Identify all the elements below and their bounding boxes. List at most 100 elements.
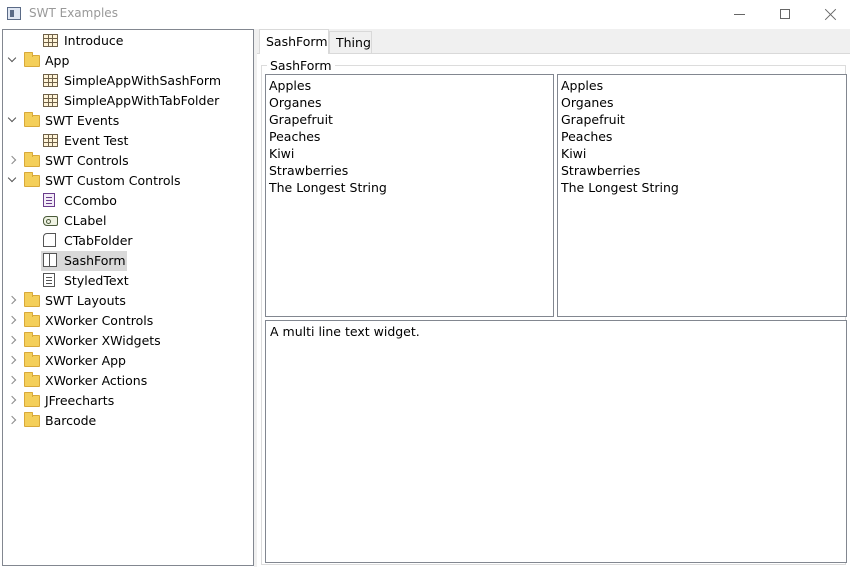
- tree-item[interactable]: SashForm: [3, 251, 253, 271]
- tree-item[interactable]: SWT Layouts: [3, 291, 253, 311]
- list-item[interactable]: Organes: [561, 94, 843, 111]
- tree-item-label: Event Test: [64, 133, 129, 148]
- tree-item[interactable]: Event Test: [3, 131, 253, 151]
- tree-item-label: SimpleAppWithTabFolder: [64, 93, 220, 108]
- chevron-right-icon[interactable]: [7, 355, 17, 365]
- tree-item-label: SWT Events: [45, 113, 120, 128]
- folder-icon: [24, 352, 40, 367]
- list-item[interactable]: Kiwi: [561, 145, 843, 162]
- tree-item[interactable]: Barcode: [3, 411, 253, 431]
- list-item[interactable]: The Longest String: [561, 179, 843, 196]
- minimize-button[interactable]: [716, 0, 762, 28]
- example-panel: SashForm Thing SashForm Apples Organes Gra…: [257, 29, 850, 567]
- table-icon: [43, 134, 58, 147]
- folder-icon: [24, 392, 40, 407]
- list-item[interactable]: Peaches: [269, 128, 550, 145]
- tree-item[interactable]: XWorker App: [3, 351, 253, 371]
- tree-item-label: XWorker Controls: [45, 313, 154, 328]
- tree-item[interactable]: XWorker XWidgets: [3, 331, 253, 351]
- tree-item[interactable]: SWT Custom Controls: [3, 171, 253, 191]
- tree-item[interactable]: App: [3, 51, 253, 71]
- tree-item-label: SWT Layouts: [45, 293, 126, 308]
- tree-item[interactable]: SWT Events: [3, 111, 253, 131]
- examples-tree[interactable]: Introduce App SimpleAppWithSashForm SimpleA…: [2, 29, 254, 566]
- tree-item-label: StyledText: [64, 273, 129, 288]
- tree-item-label: SimpleAppWithSashForm: [64, 73, 222, 88]
- list-item[interactable]: Apples: [561, 77, 843, 94]
- clabel-icon: [43, 216, 58, 226]
- tree-item[interactable]: JFreecharts: [3, 391, 253, 411]
- chevron-right-icon[interactable]: [7, 315, 17, 325]
- sashform-group: SashForm Apples Organes Grapefruit Peaches K…: [261, 58, 847, 565]
- chevron-right-icon[interactable]: [7, 295, 17, 305]
- table-icon: [43, 34, 58, 47]
- multi-line-text[interactable]: A multi line text widget.: [265, 320, 847, 563]
- title-bar: SWT Examples: [0, 0, 850, 28]
- folder-icon: [24, 112, 40, 127]
- folder-icon: [24, 412, 40, 427]
- tree-item[interactable]: SimpleAppWithTabFolder: [3, 91, 253, 111]
- maximize-button[interactable]: [762, 0, 808, 28]
- tab-bar: SashForm Thing: [257, 29, 850, 54]
- tree-item-label: CLabel: [64, 213, 107, 228]
- tree-item-label: Barcode: [45, 413, 97, 428]
- right-list[interactable]: Apples Organes Grapefruit Peaches Kiwi Strawb…: [557, 74, 847, 317]
- tree-item-label: Introduce: [64, 33, 124, 48]
- folder-icon: [24, 152, 40, 167]
- table-icon: [43, 94, 58, 107]
- chevron-right-icon[interactable]: [7, 415, 17, 425]
- list-item[interactable]: The Longest String: [269, 179, 550, 196]
- app-window-icon: [7, 7, 21, 20]
- folder-icon: [24, 172, 40, 187]
- chevron-down-icon[interactable]: [7, 175, 17, 185]
- list-item[interactable]: Organes: [269, 94, 550, 111]
- ctabfolder-icon: [43, 233, 56, 247]
- window-title: SWT Examples: [29, 6, 118, 20]
- tree-item[interactable]: CTabFolder: [3, 231, 253, 251]
- tree-item[interactable]: Introduce: [3, 31, 253, 51]
- tree-item-label: JFreecharts: [45, 393, 115, 408]
- ccombo-icon: [43, 193, 55, 207]
- tree-item[interactable]: XWorker Actions: [3, 371, 253, 391]
- sashform-icon: [43, 253, 57, 267]
- tree-item[interactable]: SimpleAppWithSashForm: [3, 71, 253, 91]
- chevron-right-icon[interactable]: [7, 335, 17, 345]
- tree-item[interactable]: XWorker Controls: [3, 311, 253, 331]
- chevron-down-icon[interactable]: [7, 115, 17, 125]
- folder-icon: [24, 372, 40, 387]
- left-list[interactable]: Apples Organes Grapefruit Peaches Kiwi Strawb…: [265, 74, 554, 317]
- chevron-down-icon[interactable]: [7, 55, 17, 65]
- list-item[interactable]: Peaches: [561, 128, 843, 145]
- tree-item-label: App: [45, 53, 70, 68]
- tree-item[interactable]: CCombo: [3, 191, 253, 211]
- styledtext-icon: [43, 273, 55, 287]
- tree-item[interactable]: StyledText: [3, 271, 253, 291]
- chevron-right-icon[interactable]: [7, 375, 17, 385]
- tree-item-label: CTabFolder: [64, 233, 133, 248]
- list-item[interactable]: Apples: [269, 77, 550, 94]
- tree-item-label: XWorker XWidgets: [45, 333, 161, 348]
- folder-icon: [24, 52, 40, 67]
- minimize-icon: [733, 13, 745, 15]
- tree-item[interactable]: SWT Controls: [3, 151, 253, 171]
- tree-item-label: SWT Custom Controls: [45, 173, 181, 188]
- list-item[interactable]: Grapefruit: [561, 111, 843, 128]
- list-item[interactable]: Strawberries: [269, 162, 550, 179]
- maximize-icon: [780, 9, 790, 19]
- close-button[interactable]: [808, 0, 850, 28]
- tab-sashform[interactable]: SashForm: [259, 29, 329, 54]
- chevron-right-icon[interactable]: [7, 395, 17, 405]
- folder-icon: [24, 292, 40, 307]
- folder-icon: [24, 332, 40, 347]
- list-item[interactable]: Kiwi: [269, 145, 550, 162]
- close-icon: [825, 8, 837, 20]
- tree-item[interactable]: CLabel: [3, 211, 253, 231]
- table-icon: [43, 74, 58, 87]
- tree-item-label: XWorker App: [45, 353, 126, 368]
- tree-item-label: SWT Controls: [45, 153, 129, 168]
- tab-thing[interactable]: Thing: [329, 31, 372, 53]
- list-item[interactable]: Grapefruit: [269, 111, 550, 128]
- chevron-right-icon[interactable]: [7, 155, 17, 165]
- tree-item-label: CCombo: [64, 193, 117, 208]
- list-item[interactable]: Strawberries: [561, 162, 843, 179]
